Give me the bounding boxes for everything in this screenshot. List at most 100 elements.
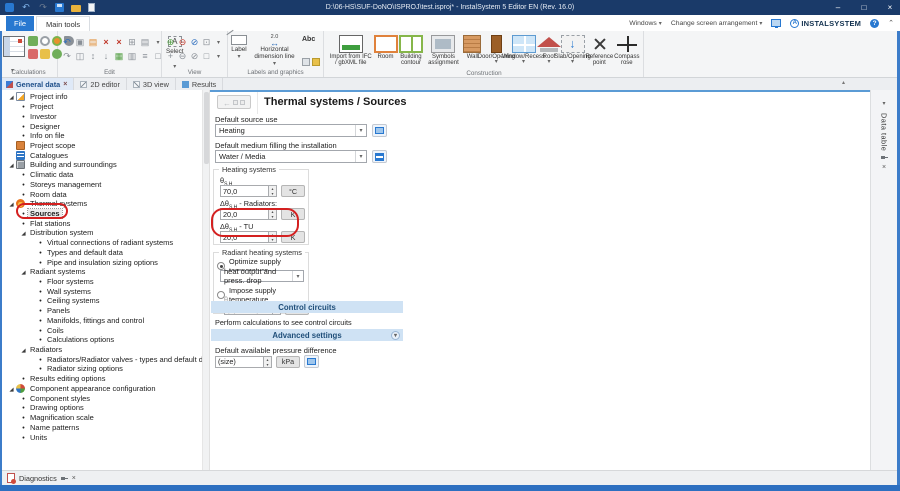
- undo-icon[interactable]: [61, 36, 73, 48]
- close-button[interactable]: [884, 3, 896, 12]
- construction-button[interactable]: Window/Recess: [509, 34, 538, 66]
- construction-button[interactable]: Compass rose: [614, 34, 640, 67]
- tree-item[interactable]: Drawing options: [2, 403, 202, 413]
- tree-item[interactable]: Radiator sizing options: [2, 364, 202, 374]
- text-style-button[interactable]: Abc: [302, 36, 320, 43]
- scrollbar-thumb[interactable]: [204, 92, 209, 164]
- tree-item[interactable]: Calculations options: [2, 335, 202, 345]
- columns-icon[interactable]: [126, 50, 138, 62]
- change-screen-arrangement-menu[interactable]: Change screen arrangement: [671, 20, 763, 27]
- dt-radiators-unit-button[interactable]: K: [281, 208, 305, 220]
- diagnostics-tab[interactable]: Diagnostics: [19, 474, 57, 483]
- tree-item[interactable]: Climatic data: [2, 170, 202, 180]
- label-button[interactable]: Label: [231, 35, 247, 68]
- tree-item[interactable]: Panels: [2, 306, 202, 316]
- tree-item[interactable]: Units: [2, 432, 202, 442]
- source-use-select[interactable]: Heating: [215, 124, 367, 137]
- new-file-icon[interactable]: [88, 3, 95, 12]
- grid-icon[interactable]: [113, 50, 125, 62]
- tree-item[interactable]: Radiators: [2, 345, 202, 355]
- help-icon[interactable]: [870, 19, 879, 28]
- chevron-down-icon[interactable]: [391, 331, 400, 340]
- tree-item[interactable]: Project: [2, 102, 202, 112]
- paste-icon[interactable]: [87, 36, 99, 48]
- tree-item[interactable]: Component styles: [2, 393, 202, 403]
- tree-item[interactable]: Magnification scale: [2, 413, 202, 423]
- tree-item[interactable]: Coils: [2, 325, 202, 335]
- file-menu-tab[interactable]: File: [6, 16, 34, 31]
- data-table-tab[interactable]: Data table: [880, 113, 889, 151]
- move-down-icon[interactable]: [100, 50, 112, 62]
- construction-button[interactable]: Import from IFC / gbXML file: [327, 34, 375, 67]
- battery-icon[interactable]: [40, 49, 50, 59]
- close-icon[interactable]: [63, 81, 67, 88]
- monitor-icon[interactable]: [771, 19, 781, 27]
- chevron-down-icon[interactable]: [213, 50, 224, 62]
- pressure-monitor-button[interactable]: [304, 355, 319, 368]
- medium-select[interactable]: Water / Media: [215, 150, 367, 163]
- pin-icon[interactable]: [61, 475, 68, 482]
- tree-item[interactable]: Name patterns: [2, 422, 202, 432]
- calculations-table-icon[interactable]: [3, 36, 25, 57]
- advanced-settings-header[interactable]: Advanced settings: [211, 329, 403, 341]
- layers-icon[interactable]: [201, 50, 212, 62]
- tab-scroll-icon[interactable]: [842, 79, 845, 86]
- spinner-arrows[interactable]: [268, 185, 277, 197]
- close-icon[interactable]: [882, 164, 886, 171]
- source-use-monitor-button[interactable]: [372, 124, 387, 137]
- dt-tu-value[interactable]: 20,0: [220, 231, 268, 243]
- collapse-ribbon-icon[interactable]: [888, 19, 894, 27]
- align-icon[interactable]: [139, 36, 151, 48]
- undo-icon[interactable]: [21, 3, 31, 12]
- medium-table-button[interactable]: [372, 150, 387, 163]
- pressure-input[interactable]: (size): [215, 356, 272, 368]
- pressure-unit-button[interactable]: kPa: [276, 356, 300, 368]
- document-tab[interactable]: General data: [0, 78, 74, 90]
- split-icon[interactable]: [74, 50, 86, 62]
- tree-item[interactable]: Ceiling systems: [2, 296, 202, 306]
- status-circle-icon[interactable]: [40, 36, 50, 46]
- supply-temp-unit-button[interactable]: °C: [281, 185, 305, 197]
- tree-item[interactable]: Storeys management: [2, 179, 202, 189]
- pin-icon[interactable]: [881, 154, 888, 161]
- spinner-arrows[interactable]: [268, 208, 277, 220]
- construction-button[interactable]: Roof: [538, 34, 560, 66]
- supply-temp-value[interactable]: 70,0: [220, 185, 268, 197]
- tree-item[interactable]: Designer: [2, 121, 202, 131]
- close-icon[interactable]: [72, 475, 76, 482]
- tree-item[interactable]: Thermal systems: [2, 199, 202, 209]
- construction-button[interactable]: Room: [375, 34, 397, 60]
- back-navigation-button[interactable]: [217, 95, 251, 109]
- dt-tu-unit-button[interactable]: K: [281, 231, 305, 243]
- zoom-extents-icon[interactable]: [201, 36, 212, 48]
- tree-item[interactable]: Investor: [2, 111, 202, 121]
- construction-button[interactable]: Building contour: [397, 34, 426, 67]
- dt-radiators-value[interactable]: 20,0: [220, 208, 268, 220]
- tree-item[interactable]: Sources: [2, 209, 202, 219]
- zoom-previous-icon[interactable]: [177, 50, 188, 62]
- chevron-down-icon[interactable]: [882, 92, 885, 110]
- pan-icon[interactable]: [165, 50, 176, 62]
- tree-item[interactable]: Types and default data: [2, 248, 202, 258]
- pencil-icon[interactable]: [312, 58, 320, 66]
- spinner-arrows[interactable]: [268, 231, 277, 243]
- construction-button[interactable]: Door/Opening: [483, 34, 509, 66]
- spinner-arrows[interactable]: [263, 356, 272, 368]
- tree-item[interactable]: Radiators/Radiator valves - types and de…: [2, 354, 202, 364]
- merge-icon[interactable]: [126, 36, 138, 48]
- table-icon[interactable]: [302, 58, 310, 66]
- windows-menu[interactable]: Windows: [629, 20, 662, 27]
- tree-item[interactable]: Info on file: [2, 131, 202, 141]
- open-file-icon[interactable]: [71, 5, 81, 12]
- zoom-out-icon[interactable]: [177, 36, 188, 48]
- zoom-area-icon[interactable]: [189, 36, 200, 48]
- redo-icon[interactable]: [38, 3, 48, 12]
- main-tools-tab[interactable]: Main tools: [36, 16, 90, 31]
- cut-icon[interactable]: [100, 36, 112, 48]
- construction-button[interactable]: Symbols assignment: [425, 34, 461, 67]
- chevron-down-icon[interactable]: [213, 36, 224, 48]
- delete-icon[interactable]: [113, 36, 125, 48]
- dt-radiators-input[interactable]: 20,0: [220, 208, 277, 220]
- tree-item[interactable]: Manifolds, fittings and control: [2, 316, 202, 326]
- eraser-icon[interactable]: [28, 49, 38, 59]
